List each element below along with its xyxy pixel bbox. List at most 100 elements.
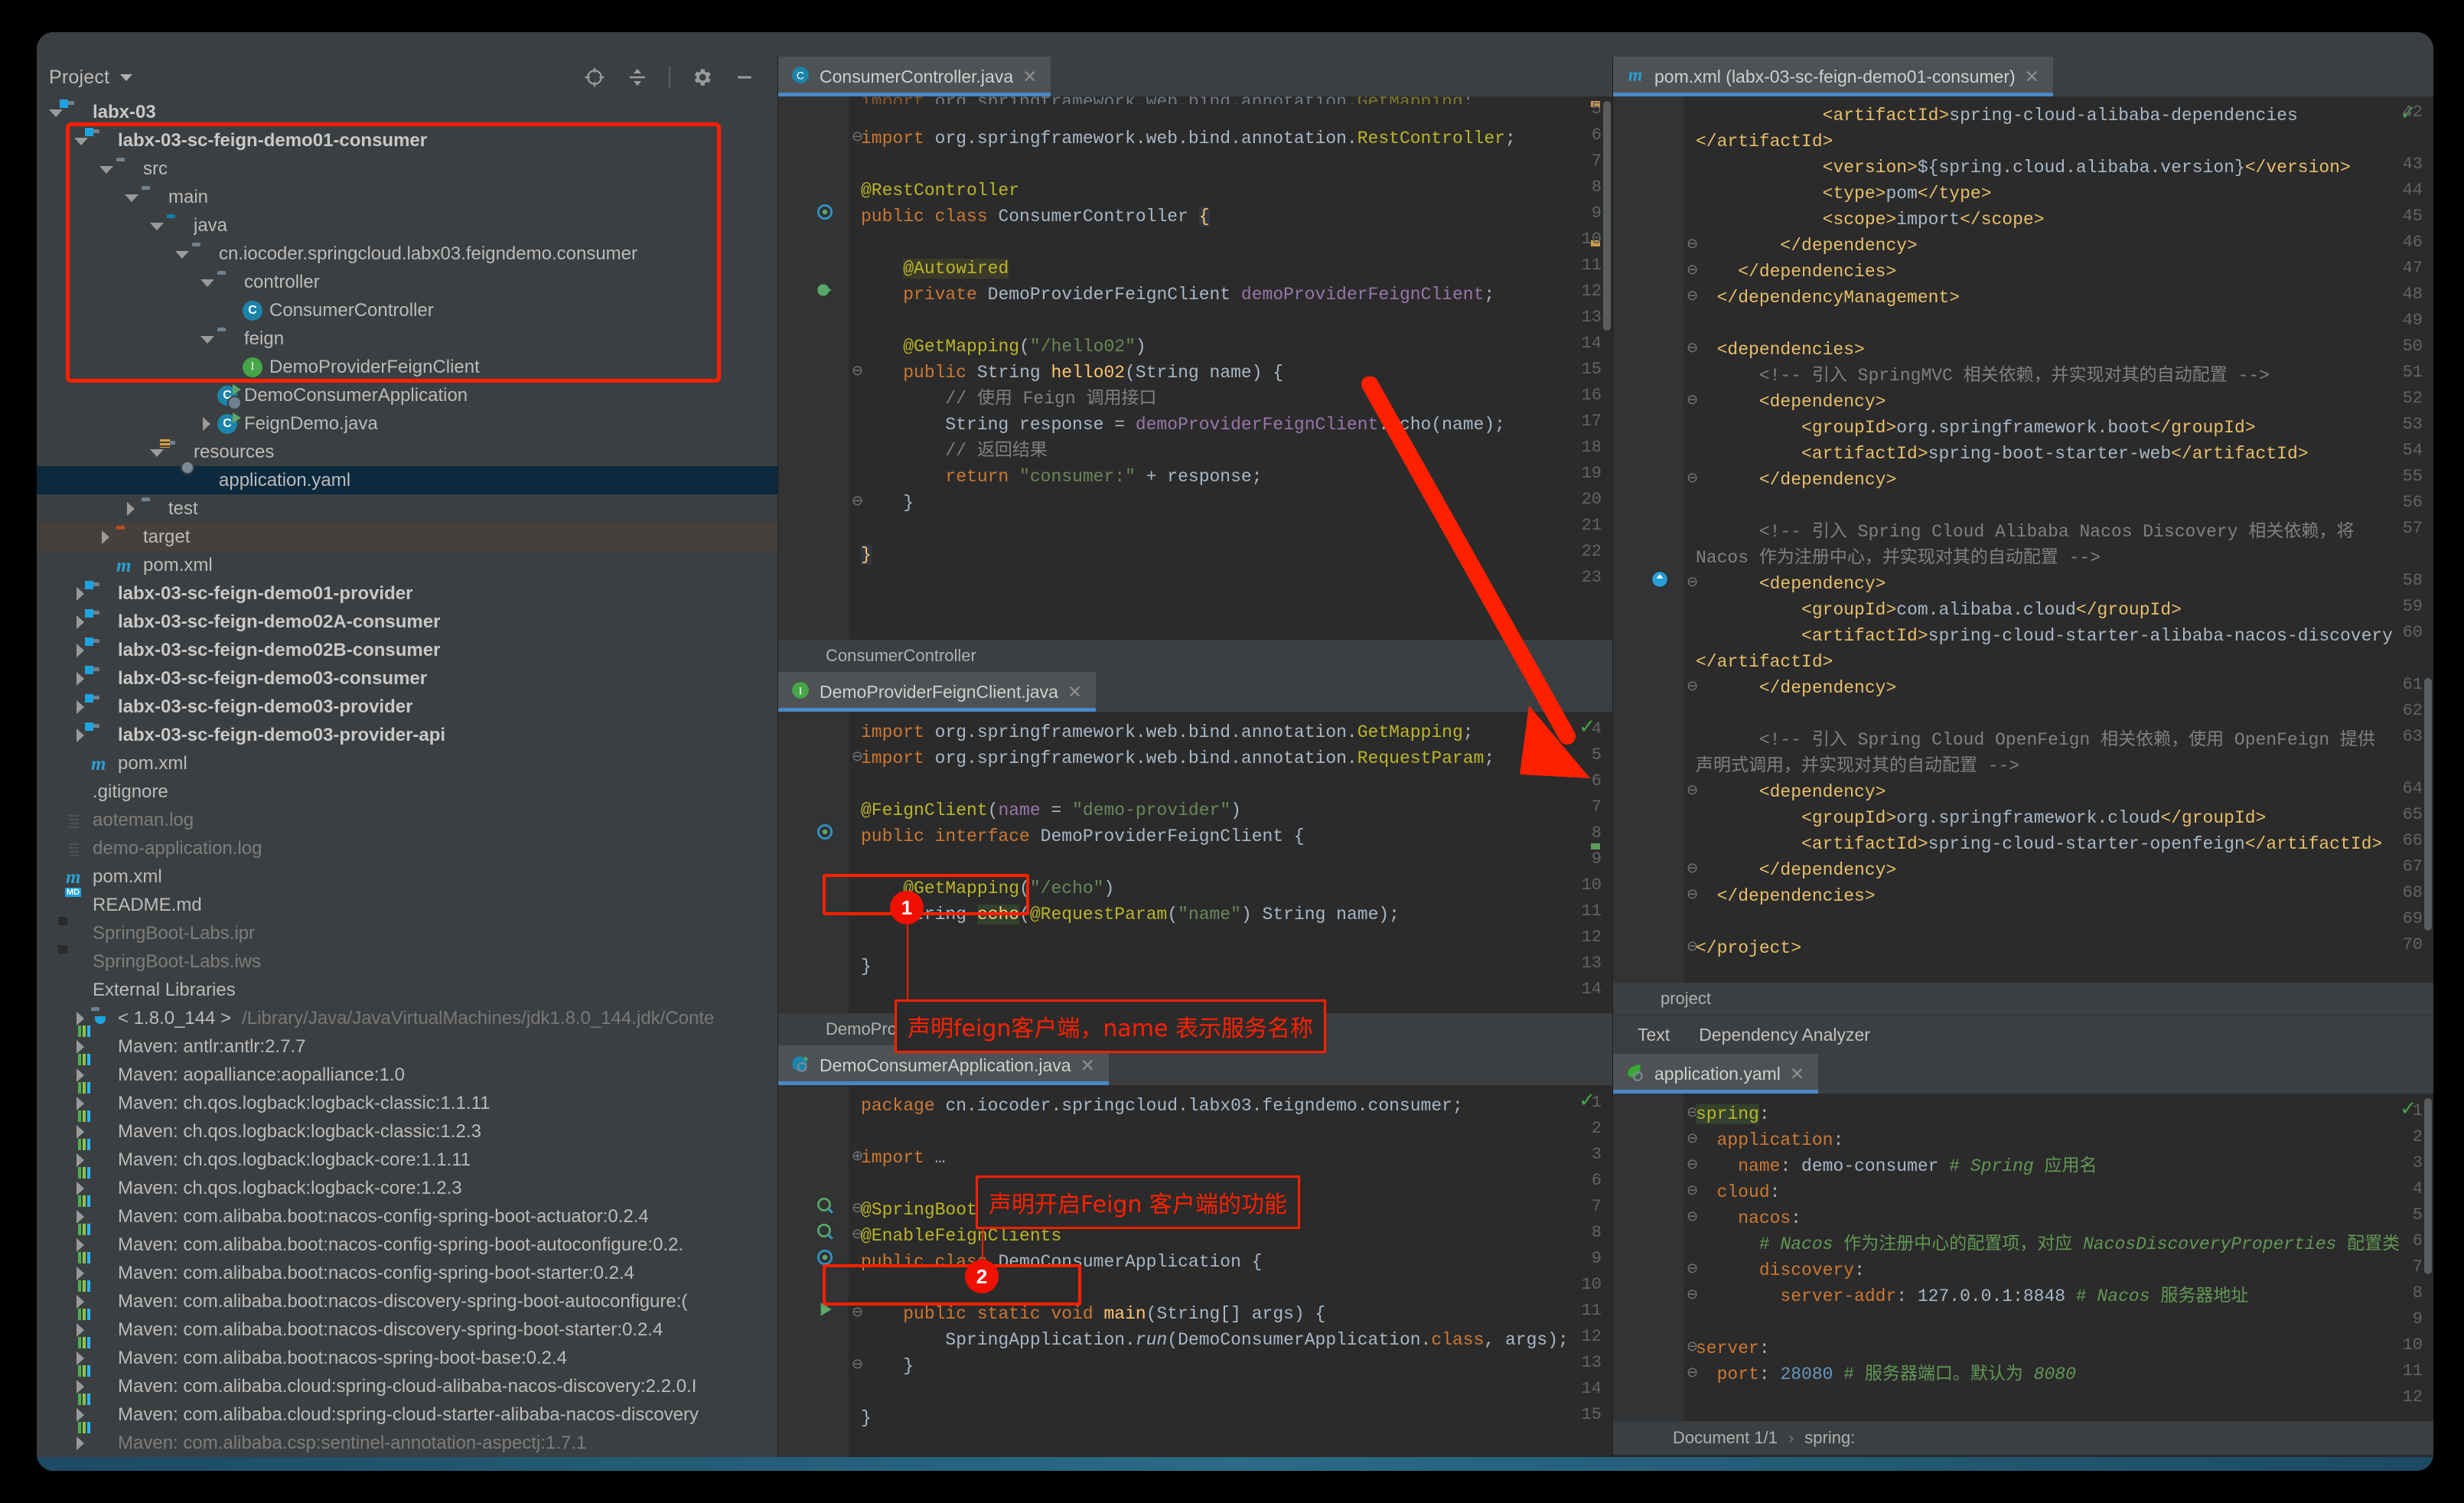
code-line[interactable]: <!-- 引入 SpringMVC 相关依赖，并实现对其的自动配置 --> [1696, 363, 2433, 389]
tree-row[interactable]: labx-03 [37, 98, 777, 126]
code-editor-consumer-controller[interactable]: 5import org.springframework.web.bind.ann… [778, 96, 1612, 640]
chevron-right-icon[interactable] [73, 1266, 88, 1281]
tree-row[interactable]: Maven: com.alibaba.boot:nacos-discovery-… [37, 1287, 777, 1316]
code-line[interactable]: public static void main(String[] args) { [861, 1301, 1612, 1327]
code-editor-pom[interactable]: ✓ 42 <artifactId>spring-cloud-alibaba-de… [1613, 96, 2433, 983]
tree-row[interactable]: Maven: com.alibaba.boot:nacos-config-spr… [37, 1202, 777, 1231]
project-tree[interactable]: labx-03 labx-03-sc-feign-demo01-consumer s… [37, 98, 777, 1471]
code-line[interactable]: <dependency> [1696, 779, 2433, 805]
code-line[interactable]: <groupId>org.springframework.cloud</grou… [1696, 805, 2433, 831]
gutter-run-icon[interactable] [815, 1299, 835, 1323]
code-line[interactable]: </project> [1696, 935, 2433, 961]
code-line[interactable]: </dependency> [1696, 467, 2433, 493]
breadcrumb-class[interactable]: ConsumerController [826, 646, 976, 666]
tree-row[interactable]: Maven: com.alibaba.boot:nacos-spring-boo… [37, 1344, 777, 1372]
tree-row[interactable]: C FeignDemo.java [37, 409, 777, 438]
tree-row[interactable]: cn.iocoder.springcloud.labx03.feigndemo.… [37, 240, 777, 268]
code-line[interactable]: <artifactId>spring-cloud-starter-alibaba… [1696, 623, 2433, 675]
tree-row[interactable]: labx-03-sc-feign-demo01-provider [37, 579, 777, 608]
tree-row[interactable]: I DemoProviderFeignClient [37, 353, 777, 381]
tab-pom-xml[interactable]: m pom.xml (labx-03-sc-feign-demo01-consu… [1613, 57, 2053, 96]
tab-consumer-controller[interactable]: C ConsumerController.java ✕ [778, 57, 1051, 96]
code-line[interactable]: return "consumer:" + response; [861, 464, 1612, 490]
tree-row[interactable]: target [37, 523, 777, 551]
code-line[interactable]: <dependencies> [1696, 337, 2433, 363]
code-line[interactable]: import … [861, 1145, 1612, 1171]
code-line[interactable]: import org.springframework.web.bind.anno… [861, 126, 1612, 152]
chevron-right-icon[interactable] [73, 1237, 88, 1253]
breadcrumb-consumer-controller[interactable]: ConsumerController [778, 640, 1612, 672]
chevron-down-icon[interactable] [199, 275, 214, 290]
project-panel-title[interactable]: Project [49, 67, 109, 89]
tree-row[interactable]: labx-03-sc-feign-demo02B-consumer [37, 636, 777, 664]
tree-row[interactable]: controller [37, 268, 777, 296]
code-line[interactable]: @RestController [861, 178, 1612, 204]
tab-dependency-analyzer[interactable]: Dependency Analyzer [1697, 1020, 1872, 1050]
code-line[interactable]: } [861, 542, 1612, 568]
code-line[interactable]: @FeignClient(name = "demo-provider") [861, 797, 1612, 823]
code-line[interactable]: </dependencies> [1696, 883, 2433, 909]
code-line[interactable]: <!-- 引入 Spring Cloud Alibaba Nacos Disco… [1696, 519, 2433, 571]
breadcrumb-pom[interactable]: project [1613, 983, 2433, 1015]
tree-row[interactable]: Maven: com.alibaba.cloud:spring-cloud-al… [37, 1372, 777, 1400]
tree-row[interactable]: Maven: com.alibaba.boot:nacos-config-spr… [37, 1259, 777, 1287]
code-line[interactable]: <groupId>com.alibaba.cloud</groupId> [1696, 597, 2433, 623]
code-line[interactable]: </dependencies> [1696, 259, 2433, 285]
tree-row[interactable]: Maven: aopalliance:aopalliance:1.0 [37, 1061, 777, 1089]
code-line[interactable]: import org.springframework.web.bind.anno… [861, 719, 1612, 745]
code-line[interactable]: <version>${spring.cloud.alibaba.version}… [1696, 155, 2433, 181]
chevron-down-icon[interactable] [120, 73, 133, 81]
tree-row[interactable]: Maven: com.alibaba.csp:sentinel-annotati… [37, 1429, 777, 1457]
code-line[interactable]: server: [1696, 1335, 2433, 1361]
chevron-right-icon[interactable] [73, 1209, 88, 1224]
chevron-right-icon[interactable] [73, 1181, 88, 1196]
close-icon[interactable]: ✕ [1790, 1064, 1804, 1084]
tree-row[interactable]: Maven: com.alibaba.boot:nacos-discovery-… [37, 1316, 777, 1344]
code-line[interactable]: <artifactId>spring-boot-starter-web</art… [1696, 441, 2433, 467]
tree-row[interactable]: Maven: ch.qos.logback:logback-classic:1.… [37, 1089, 777, 1117]
code-line[interactable]: <type>pom</type> [1696, 181, 2433, 207]
tree-row[interactable]: java [37, 211, 777, 240]
tree-row[interactable]: README.md [37, 891, 777, 919]
tree-row[interactable]: Maven: com.alibaba.boot:nacos-config-spr… [37, 1231, 777, 1259]
tree-row[interactable]: labx-03-sc-feign-demo03-consumer [37, 664, 777, 693]
gutter-bean-icon[interactable] [815, 202, 835, 226]
chevron-down-icon[interactable] [98, 161, 113, 177]
tab-text[interactable]: Text [1629, 1020, 1678, 1058]
code-line[interactable]: discovery: [1696, 1257, 2433, 1283]
chevron-down-icon[interactable] [123, 190, 139, 205]
chevron-down-icon[interactable] [148, 218, 164, 233]
tree-row[interactable]: SpringBoot-Labs.ipr [37, 919, 777, 947]
code-line[interactable]: SpringApplication.run(DemoConsumerApplic… [861, 1327, 1612, 1353]
chevron-right-icon[interactable] [73, 1124, 88, 1139]
code-line[interactable]: String echo(@RequestParam("name") String… [861, 901, 1612, 928]
code-line[interactable]: // 使用 Feign 调用接口 [861, 386, 1612, 412]
tree-row[interactable]: Maven: ch.qos.logback:logback-core:1.1.1… [37, 1146, 777, 1174]
chevron-right-icon[interactable] [73, 1322, 88, 1338]
tree-row[interactable]: External Libraries [37, 976, 777, 1004]
code-editor-feign-client[interactable]: ✓ 4 import org.springframework.web.bind.a… [778, 712, 1612, 1013]
code-line[interactable]: <artifactId>spring-cloud-starter-openfei… [1696, 831, 2433, 857]
code-line[interactable]: application: [1696, 1127, 2433, 1153]
close-icon[interactable]: ✕ [1080, 1055, 1095, 1076]
code-line[interactable]: <!-- 引入 Spring Cloud OpenFeign 相关依赖，使用 O… [1696, 727, 2433, 779]
tree-row[interactable]: application.yaml [37, 466, 777, 494]
code-line[interactable]: } [861, 954, 1612, 980]
code-line[interactable]: port: 28080 # 服务器端口。默认为 8080 [1696, 1361, 2433, 1387]
breadcrumb-root[interactable]: project [1661, 989, 1711, 1009]
gear-icon[interactable] [690, 66, 713, 89]
tree-row[interactable]: aoteman.log [37, 806, 777, 834]
chevron-right-icon[interactable] [73, 1153, 88, 1168]
code-editor-consumer-app[interactable]: ✓ 1 package cn.iocoder.springcloud.labx03… [778, 1085, 1612, 1471]
chevron-right-icon[interactable] [73, 1011, 88, 1026]
tree-row[interactable]: m pom.xml [37, 862, 777, 891]
tab-application-yaml[interactable]: application.yaml ✕ [1613, 1054, 1819, 1094]
chevron-right-icon[interactable] [73, 1407, 88, 1423]
chevron-right-icon[interactable] [73, 1379, 88, 1394]
code-line[interactable]: public String hello02(String name) { [861, 360, 1612, 386]
tree-row[interactable]: C ConsumerController [37, 296, 777, 324]
code-editor-application-yaml[interactable]: ✓ 1 ⊖ spring: 2 ⊖ application: 3 ⊖ name: demo-… [1613, 1094, 2433, 1421]
code-line[interactable]: spring: [1696, 1101, 2433, 1127]
gutter-spring-icon[interactable] [815, 1195, 835, 1219]
tab-feign-client[interactable]: I DemoProviderFeignClient.java ✕ [778, 672, 1097, 712]
